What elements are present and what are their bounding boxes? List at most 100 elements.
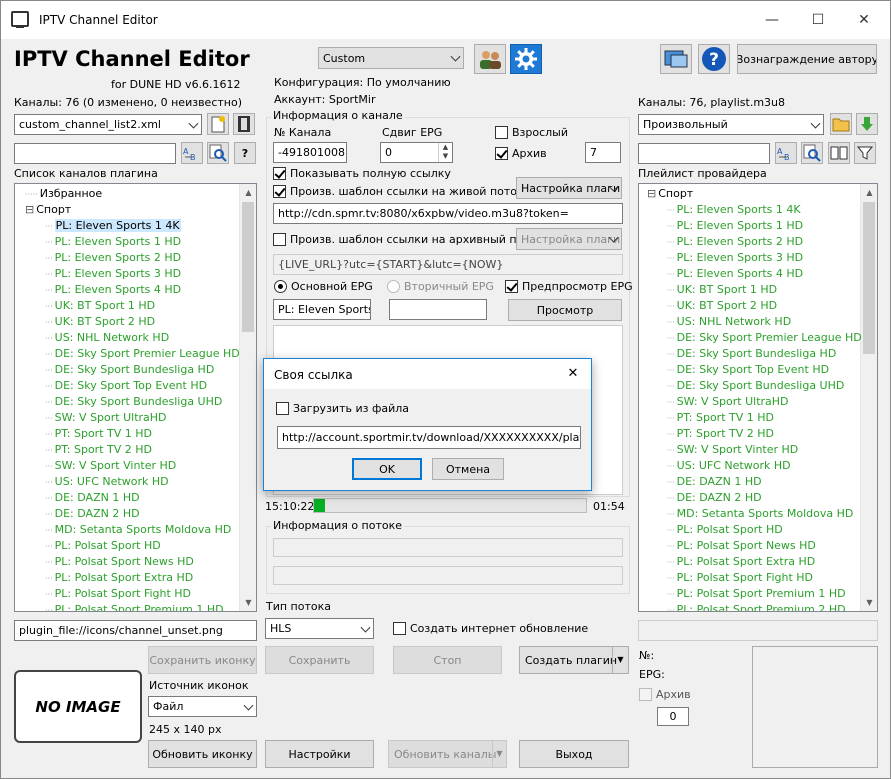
- left-search-input[interactable]: [14, 143, 176, 164]
- save-icon-button[interactable]: Сохранить иконку: [148, 646, 257, 674]
- tree-channel-item[interactable]: ··· SW: V Sport UltraHD: [45, 410, 167, 426]
- epg-shift-input[interactable]: 0 ▲ ▼: [380, 142, 453, 163]
- cancel-button[interactable]: Отмена: [432, 458, 504, 480]
- close-button[interactable]: ✕: [841, 7, 887, 33]
- view-button[interactable]: Просмотр: [508, 299, 622, 321]
- right-find-next-button[interactable]: [801, 142, 823, 164]
- settings-button[interactable]: Настройки: [265, 740, 374, 768]
- tree-channel-item[interactable]: ··· MD: Setanta Sports Moldova HD: [667, 506, 853, 522]
- collapse-toggle-icon[interactable]: ⊟: [25, 203, 34, 216]
- tree-channel-item[interactable]: ··· PL: Polsat Sport Fight HD: [45, 586, 191, 602]
- tree-channel-item[interactable]: ··· DE: Sky Sport Bundesliga UHD: [667, 378, 844, 394]
- tree-channel-item[interactable]: ··· PL: Polsat Sport News HD: [667, 538, 816, 554]
- live-url-input[interactable]: http://cdn.spmr.tv:8080/x6xpbw/video.m3u…: [273, 203, 623, 224]
- compare-button[interactable]: [828, 142, 850, 164]
- tree-channel-item[interactable]: ··· DE: Sky Sport Premier League HD: [45, 346, 240, 362]
- tree-channel-item[interactable]: ··· DE: Sky Sport Top Event HD: [45, 378, 207, 394]
- tree-channel-item[interactable]: ··· SW: V Sport Vinter HD: [45, 458, 176, 474]
- accounts-button[interactable]: [474, 44, 506, 74]
- right-search-input[interactable]: [638, 143, 770, 164]
- download-button[interactable]: [856, 113, 878, 135]
- tree-channel-item[interactable]: ··· DE: Sky Sport Bundesliga HD: [45, 362, 214, 378]
- provider-playlist-tree[interactable]: ▲ ▼ ⊟ Спорт ··· PL: Eleven Sports 1 4K ··· PL…: [638, 183, 878, 612]
- tree-channel-item[interactable]: ··· PL: Eleven Sports 1 4K: [667, 202, 801, 218]
- playlist-select[interactable]: custom_channel_list2.xml: [14, 114, 202, 135]
- tree-channel-item[interactable]: ··· PL: Eleven Sports 1 4K: [45, 218, 181, 234]
- scroll-up-arrow[interactable]: ▲: [861, 184, 877, 201]
- new-file-button[interactable]: [207, 113, 229, 135]
- left-find-next-button[interactable]: [207, 142, 229, 164]
- icon-path-input[interactable]: plugin_file://icons/channel_unset.png: [14, 620, 257, 641]
- icon-source-select[interactable]: Файл: [148, 696, 257, 717]
- live-template-checkbox[interactable]: [273, 185, 286, 198]
- tree-channel-item[interactable]: ··· UK: BT Sport 2 HD: [45, 314, 155, 330]
- left-tree-scrollbar[interactable]: ▲ ▼: [239, 184, 256, 611]
- reward-author-button[interactable]: Вознаграждение автору: [737, 44, 877, 74]
- update-channels-dropdown[interactable]: ▼: [492, 741, 506, 767]
- playback-progress[interactable]: [313, 498, 587, 513]
- create-plugin-button[interactable]: Создать плагин ▼: [519, 646, 629, 674]
- scroll-down-arrow[interactable]: ▼: [861, 594, 877, 611]
- help-about-button[interactable]: ?: [698, 44, 730, 74]
- live-plugin-settings-select[interactable]: Настройка плаги: [516, 177, 622, 199]
- create-update-checkbox[interactable]: [393, 622, 406, 635]
- scroll-down-arrow[interactable]: ▼: [240, 594, 256, 611]
- stop-button[interactable]: Стоп: [393, 646, 502, 674]
- tree-channel-item[interactable]: ··· DE: Sky Sport Bundesliga UHD: [45, 394, 222, 410]
- secondary-epg-radio[interactable]: [387, 280, 400, 293]
- adult-checkbox[interactable]: [495, 126, 508, 139]
- tree-channel-item[interactable]: ··· US: UFC Network HD: [667, 458, 791, 474]
- tree-channel-item[interactable]: ··· PT: Sport TV 2 HD: [667, 426, 774, 442]
- left-search-button[interactable]: AB: [181, 142, 203, 164]
- custom-url-input[interactable]: http://account.sportmir.tv/download/XXXX…: [277, 426, 581, 449]
- tree-channel-item[interactable]: ··· PL: Polsat Sport HD: [667, 522, 783, 538]
- update-check-button[interactable]: [660, 44, 692, 74]
- tree-channel-item[interactable]: ··· PL: Eleven Sports 3 HD: [667, 250, 803, 266]
- tree-channel-item[interactable]: ··· US: NHL Network HD: [45, 330, 169, 346]
- tree-channel-item[interactable]: ··· PT: Sport TV 1 HD: [667, 410, 774, 426]
- right-search-button[interactable]: AB: [775, 142, 797, 164]
- right-tree-scrollbar[interactable]: ▲ ▼: [860, 184, 877, 611]
- tree-channel-item[interactable]: ··· DE: Sky Sport Top Event HD: [667, 362, 829, 378]
- tree-channel-item[interactable]: ··· DE: DAZN 2 HD: [667, 490, 762, 506]
- archive-plugin-settings-select[interactable]: Настройка плаги: [516, 228, 622, 250]
- tree-channel-item[interactable]: ··· PL: Eleven Sports 4 HD: [45, 282, 181, 298]
- tree-channel-item[interactable]: ··· PL: Polsat Sport News HD: [45, 554, 194, 570]
- right-archive-checkbox[interactable]: [639, 688, 652, 701]
- tree-channel-item[interactable]: ··· UK: BT Sport 2 HD: [667, 298, 777, 314]
- tree-folder[interactable]: ····· Избранное: [25, 186, 102, 202]
- tree-channel-item[interactable]: ··· PL: Eleven Sports 2 HD: [667, 234, 803, 250]
- tree-channel-item[interactable]: ··· PL: Polsat Sport Fight HD: [667, 570, 813, 586]
- right-archive-days[interactable]: 0: [657, 707, 689, 726]
- tree-channel-item[interactable]: ··· US: NHL Network HD: [667, 314, 791, 330]
- archive-template-checkbox[interactable]: [273, 233, 286, 246]
- tree-channel-item[interactable]: ··· PL: Eleven Sports 1 HD: [45, 234, 181, 250]
- tree-channel-item[interactable]: ··· PL: Eleven Sports 1 HD: [667, 218, 803, 234]
- scroll-thumb[interactable]: [242, 202, 254, 332]
- settings-gear-button[interactable]: [510, 44, 542, 74]
- stream-type-select[interactable]: HLS: [265, 618, 374, 639]
- tree-channel-item[interactable]: ··· SW: V Sport UltraHD: [667, 394, 789, 410]
- exit-button[interactable]: Выход: [519, 740, 629, 768]
- tree-channel-item[interactable]: ··· PL: Polsat Sport Premium 1 HD: [667, 586, 846, 602]
- tree-channel-item[interactable]: ··· DE: Sky Sport Premier League HD: [667, 330, 862, 346]
- channel-no-input[interactable]: -491801008: [273, 142, 347, 163]
- plugin-select[interactable]: Custom: [318, 47, 464, 69]
- tree-channel-item[interactable]: ··· PT: Sport TV 1 HD: [45, 426, 152, 442]
- ok-button[interactable]: OK: [352, 458, 422, 480]
- maximize-button[interactable]: ☐: [795, 7, 841, 33]
- archive-url-input[interactable]: {LIVE_URL}?utc={START}&lutc={NOW}: [273, 254, 623, 275]
- dialog-close-button[interactable]: ✕: [561, 363, 585, 385]
- load-from-file-checkbox[interactable]: [276, 402, 289, 415]
- tree-channel-item[interactable]: ··· DE: DAZN 1 HD: [667, 474, 762, 490]
- tree-channel-item[interactable]: ··· DE: DAZN 1 HD: [45, 490, 140, 506]
- minimize-button[interactable]: —: [749, 7, 795, 33]
- plugin-channel-tree[interactable]: ▲ ▼ ····· Избранное ⊟ Спорт ··· PL: Eleven Sp…: [14, 183, 257, 612]
- help-button[interactable]: ?: [234, 142, 256, 164]
- filter-button[interactable]: [854, 142, 876, 164]
- tree-folder[interactable]: ⊟ Спорт: [647, 186, 693, 202]
- tree-folder[interactable]: ⊟ Спорт: [25, 202, 71, 218]
- save-button[interactable]: Сохранить: [265, 646, 374, 674]
- update-icon-button[interactable]: Обновить иконку: [148, 740, 257, 768]
- tree-channel-item[interactable]: ··· PL: Polsat Sport Premium 2 HD: [667, 602, 846, 611]
